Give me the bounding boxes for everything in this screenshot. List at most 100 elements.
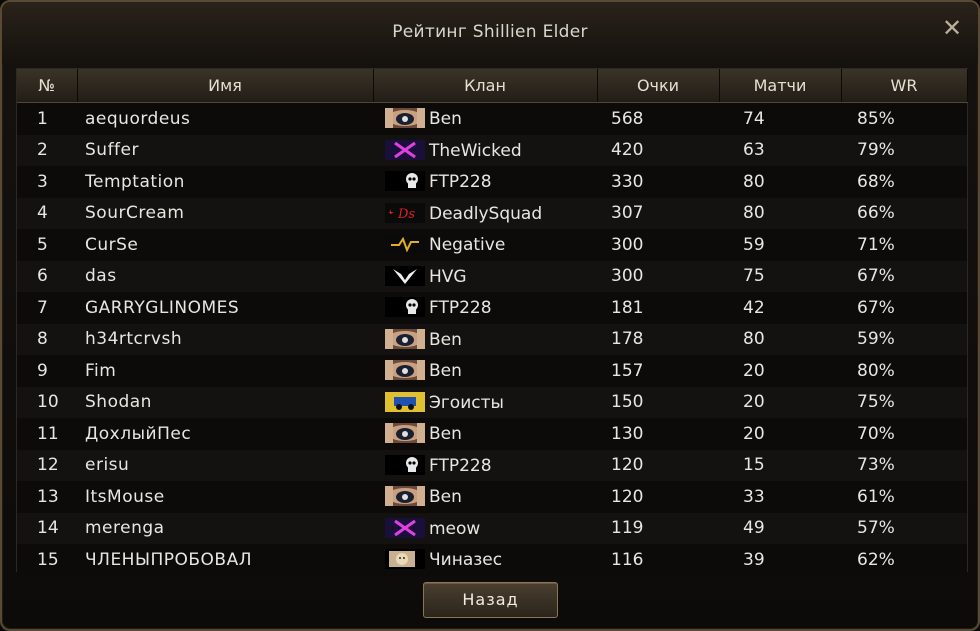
header-matches[interactable]: Матчи	[719, 69, 842, 103]
player-name-cell: ItsMouse	[77, 481, 373, 513]
close-icon[interactable]: ✕	[940, 16, 964, 40]
points-cell: 300	[597, 229, 719, 261]
points-cell: 420	[597, 134, 719, 166]
table-row[interactable]: 7 GARRYGLINOMES FTP228 181 42 67%	[17, 292, 967, 324]
clan-crest-icon	[385, 265, 425, 286]
table-row[interactable]: 6 das HVG 300 75 67%	[17, 260, 967, 292]
table-row[interactable]: 3 Temptation FTP228 330 80 68%	[17, 166, 967, 198]
back-button[interactable]: Назад	[423, 582, 558, 618]
points-cell: 330	[597, 166, 719, 198]
table-row[interactable]: 11 ДохлыйПес Ben 130 20 70%	[17, 418, 967, 450]
header-wr[interactable]: WR	[841, 69, 968, 103]
matches-cell: 80	[719, 323, 841, 355]
clan-crest-icon	[385, 328, 425, 349]
clan-crest-icon	[385, 549, 425, 570]
rank-cell: 14	[17, 512, 77, 544]
svg-text:Ds: Ds	[397, 207, 415, 222]
matches-cell: 39	[719, 544, 841, 576]
rank-cell: 11	[17, 418, 77, 450]
clan-name: Ben	[429, 361, 462, 382]
header-points[interactable]: Очки	[597, 69, 720, 103]
points-cell: 120	[597, 481, 719, 513]
rank-cell: 15	[17, 544, 77, 576]
clan-name: Чиназес	[429, 550, 503, 571]
winrate-cell: 70%	[841, 418, 967, 450]
rank-cell: 2	[17, 134, 77, 166]
rank-cell: 4	[17, 197, 77, 229]
clan-name: HVG	[429, 266, 467, 287]
points-cell: 119	[597, 512, 719, 544]
header-clan[interactable]: Клан	[373, 69, 598, 103]
table-row[interactable]: 10 Shodan Эгоисты 150 20 75%	[17, 386, 967, 418]
points-cell: 116	[597, 544, 719, 576]
matches-cell: 20	[719, 386, 841, 418]
clan-name: meow	[429, 518, 481, 539]
clan-cell: TheWicked	[373, 134, 597, 166]
title-bar[interactable]: Рейтинг Shillien Elder ✕	[2, 2, 978, 64]
player-name-cell: das	[77, 260, 373, 292]
matches-cell: 15	[719, 449, 841, 481]
clan-crest-icon	[385, 171, 425, 192]
clan-crest-icon	[385, 234, 425, 255]
points-cell: 157	[597, 355, 719, 387]
header-name[interactable]: Имя	[77, 69, 374, 103]
header-num[interactable]: №	[17, 69, 78, 103]
table-row[interactable]: 2 Suffer TheWicked 420 63 79%	[17, 134, 967, 166]
player-name-cell: Fim	[77, 355, 373, 387]
table-row[interactable]: 1 aequordeus Ben 568 74 85%	[17, 102, 967, 135]
rank-cell: 9	[17, 355, 77, 387]
matches-cell: 74	[719, 102, 841, 135]
clan-name: Ben	[429, 487, 462, 508]
table-row[interactable]: 4 SourCream Ds DeadlySquad 307 80 66%	[17, 197, 967, 229]
player-name-cell: ЧЛЕНЫПРОБОВАЛ	[77, 544, 373, 576]
matches-cell: 59	[719, 229, 841, 261]
matches-cell: 75	[719, 260, 841, 292]
winrate-cell: 66%	[841, 197, 967, 229]
points-cell: 300	[597, 260, 719, 292]
winrate-cell: 67%	[841, 260, 967, 292]
rating-table-frame: № Имя Клан Очки Матчи WR 1 aequordeus Ben 5…	[16, 68, 968, 576]
clan-crest-icon	[385, 423, 425, 444]
window-title: Рейтинг Shillien Elder	[392, 22, 588, 42]
player-name-cell: ДохлыйПес	[77, 418, 373, 450]
points-cell: 120	[597, 449, 719, 481]
player-name-cell: Temptation	[77, 166, 373, 198]
table-row[interactable]: 12 erisu FTP228 120 15 73%	[17, 449, 967, 481]
player-name-cell: GARRYGLINOMES	[77, 292, 373, 324]
winrate-cell: 79%	[841, 134, 967, 166]
rank-cell: 1	[17, 102, 77, 135]
clan-cell: HVG	[373, 260, 597, 292]
table-row[interactable]: 9 Fim Ben 157 20 80%	[17, 355, 967, 387]
table-row[interactable]: 15 ЧЛЕНЫПРОБОВАЛ Чиназес 116 39 62%	[17, 544, 967, 576]
clan-cell: Ben	[373, 418, 597, 450]
player-name-cell: erisu	[77, 449, 373, 481]
points-cell: 568	[597, 102, 719, 135]
table-header-row: № Имя Клан Очки Матчи WR	[17, 69, 968, 103]
points-cell: 130	[597, 418, 719, 450]
clan-crest-icon	[385, 360, 425, 381]
winrate-cell: 61%	[841, 481, 967, 513]
rank-cell: 12	[17, 449, 77, 481]
clan-cell: Ben	[373, 355, 597, 387]
clan-crest-icon	[385, 108, 425, 129]
clan-cell: Чиназес	[373, 544, 597, 576]
winrate-cell: 67%	[841, 292, 967, 324]
winrate-cell: 71%	[841, 229, 967, 261]
table-row[interactable]: 8 h34rtcrvsh Ben 178 80 59%	[17, 323, 967, 355]
table-body: 1 aequordeus Ben 568 74 85% 2 Suffer TheWicked 42…	[17, 102, 967, 576]
winrate-cell: 57%	[841, 512, 967, 544]
clan-name: FTP228	[429, 455, 492, 476]
table-row[interactable]: 5 CurSe Negative 300 59 71%	[17, 229, 967, 261]
matches-cell: 20	[719, 355, 841, 387]
matches-cell: 63	[719, 134, 841, 166]
matches-cell: 42	[719, 292, 841, 324]
winrate-cell: 75%	[841, 386, 967, 418]
player-name-cell: Shodan	[77, 386, 373, 418]
rank-cell: 10	[17, 386, 77, 418]
points-cell: 307	[597, 197, 719, 229]
points-cell: 181	[597, 292, 719, 324]
table-row[interactable]: 14 merenga meow 119 49 57%	[17, 512, 967, 544]
clan-crest-icon	[385, 454, 425, 475]
clan-name: Ben	[429, 329, 462, 350]
table-row[interactable]: 13 ItsMouse Ben 120 33 61%	[17, 481, 967, 513]
